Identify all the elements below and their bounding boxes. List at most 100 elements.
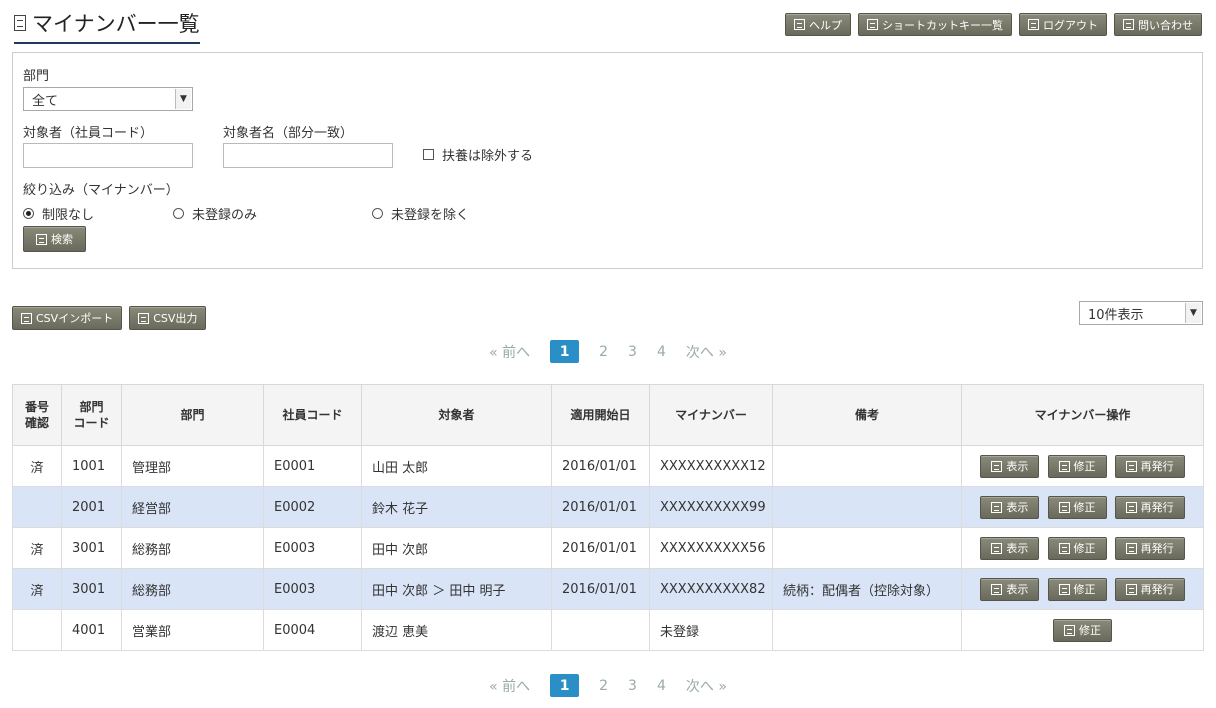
view-button[interactable]: 表示 [980, 495, 1040, 519]
radio-selected-icon[interactable] [23, 208, 34, 219]
radio-icon[interactable] [173, 208, 184, 219]
exclude-dependents-label: 扶養は除外する [442, 149, 534, 164]
edit-button[interactable]: 修正 [1053, 618, 1112, 642]
reissue-button[interactable]: 再発行 [1114, 536, 1185, 560]
view-button[interactable]: 表示 [980, 536, 1040, 560]
confirm-cell [12, 486, 62, 528]
person-cell: 渡辺 恵美 [361, 609, 552, 651]
col-dept-code: 部門 コード [61, 384, 122, 446]
dept-cell: 経営部 [121, 486, 264, 528]
search-button[interactable]: 検索 [23, 226, 86, 252]
shortcut-list-button[interactable]: ショートカットキー一覧 [858, 13, 1012, 36]
chevron-down-icon: ▼ [175, 89, 191, 109]
page-1-current[interactable]: 1 [550, 340, 580, 363]
edit-button[interactable]: 修正 [1047, 495, 1107, 519]
edit-icon [1058, 583, 1070, 595]
emp-code-cell: E0003 [263, 568, 362, 610]
view-button[interactable]: 表示 [980, 577, 1040, 601]
contact-button[interactable]: 問い合わせ [1114, 13, 1202, 36]
start-date-cell: 2016/01/01 [551, 486, 650, 528]
per-page-value: 10件表示 [1088, 307, 1144, 323]
edit-button[interactable]: 修正 [1047, 577, 1107, 601]
name-input[interactable] [223, 143, 393, 168]
person-cell: 田中 次郎 [361, 527, 552, 569]
confirm-cell: 済 [12, 568, 62, 610]
col-confirm: 番号 確認 [12, 384, 62, 446]
reissue-icon [1125, 501, 1137, 513]
page-4-link[interactable]: 4 [657, 678, 666, 694]
csv-toolbar: CSVインポート CSV出力 [12, 306, 207, 330]
reissue-button[interactable]: 再発行 [1114, 577, 1185, 601]
confirm-cell: 済 [12, 445, 62, 487]
help-button[interactable]: ヘルプ [785, 13, 851, 36]
edit-icon [1064, 624, 1075, 636]
dept-select[interactable]: 全て ▼ [23, 87, 193, 111]
dept-code-cell: 2001 [61, 486, 122, 528]
start-date-cell [551, 609, 650, 651]
chevron-down-icon: ▼ [1185, 303, 1201, 323]
pagination-top: « 前へ 1 2 3 4 次へ » [0, 340, 1216, 363]
view-icon [991, 460, 1003, 472]
keyboard-icon [867, 19, 878, 30]
radio-icon[interactable] [372, 208, 383, 219]
dept-select-value: 全て [32, 93, 59, 109]
person-cell: 田中 次郎 ＞ 田中 明子 [361, 568, 552, 610]
emp-code-cell: E0003 [263, 527, 362, 569]
edit-button[interactable]: 修正 [1047, 454, 1107, 478]
prev-page-link[interactable]: « 前へ [489, 676, 530, 696]
csv-export-button[interactable]: CSV出力 [129, 306, 207, 330]
col-mynumber: マイナンバー [649, 384, 773, 446]
logout-button[interactable]: ログアウト [1019, 13, 1107, 36]
per-page-select[interactable]: 10件表示 ▼ [1079, 301, 1203, 325]
search-panel: 部門 全て ▼ 対象者（社員コード） 対象者名（部分一致） 扶養は除外する 絞り… [12, 52, 1203, 269]
dept-cell: 管理部 [121, 445, 264, 487]
ops-cell: 表示 修正 再発行 [961, 445, 1204, 487]
page-3-link[interactable]: 3 [628, 678, 637, 694]
page-3-link[interactable]: 3 [628, 344, 637, 360]
dept-cell: 営業部 [121, 609, 264, 651]
reissue-button[interactable]: 再発行 [1114, 454, 1185, 478]
emp-code-cell: E0002 [263, 486, 362, 528]
next-page-link[interactable]: 次へ » [686, 676, 727, 696]
emp-code-cell: E0001 [263, 445, 362, 487]
dept-label: 部門 [23, 69, 50, 84]
mynumber-cell: XXXXXXXXXX99 [649, 486, 773, 528]
note-cell: 続柄：配偶者（控除対象） [772, 568, 962, 610]
reissue-button[interactable]: 再発行 [1114, 495, 1185, 519]
document-icon [14, 15, 26, 31]
page-title-text: マイナンバー一覧 [32, 12, 200, 36]
ops-cell: 表示 修正 再発行 [961, 527, 1204, 569]
import-icon [21, 312, 32, 324]
next-page-link[interactable]: 次へ » [686, 342, 727, 362]
reissue-icon [1125, 542, 1137, 554]
view-button[interactable]: 表示 [980, 454, 1040, 478]
page-4-link[interactable]: 4 [657, 344, 666, 360]
exclude-dependents-checkbox[interactable]: 扶養は除外する [423, 145, 533, 164]
col-person: 対象者 [361, 384, 552, 446]
radio-unregistered-only[interactable]: 未登録のみ [173, 204, 257, 223]
person-cell: 山田 太郎 [361, 445, 552, 487]
page-1-current[interactable]: 1 [550, 674, 580, 697]
ops-cell: 修正 [961, 609, 1204, 651]
page-2-link[interactable]: 2 [599, 678, 608, 694]
col-ops: マイナンバー操作 [961, 384, 1204, 446]
emp-code-input[interactable] [23, 143, 193, 168]
dept-code-cell: 1001 [61, 445, 122, 487]
edit-button[interactable]: 修正 [1047, 536, 1107, 560]
col-dept: 部門 [121, 384, 264, 446]
checkbox-box[interactable] [423, 149, 434, 160]
mynumber-cell: XXXXXXXXXX12 [649, 445, 773, 487]
page-2-link[interactable]: 2 [599, 344, 608, 360]
table-row: 2001 経営部 E0002 鈴木 花子 2016/01/01 XXXXXXXX… [12, 486, 1204, 528]
table-row: 済 3001 総務部 E0003 田中 次郎 2016/01/01 XXXXXX… [12, 527, 1204, 569]
view-icon [991, 583, 1003, 595]
prev-page-link[interactable]: « 前へ [489, 342, 530, 362]
start-date-cell: 2016/01/01 [551, 527, 650, 569]
radio-exclude-unregistered[interactable]: 未登録を除く [372, 204, 469, 223]
person-cell: 鈴木 花子 [361, 486, 552, 528]
csv-import-button[interactable]: CSVインポート [12, 306, 123, 330]
view-icon [991, 542, 1003, 554]
mynumber-cell: XXXXXXXXXX56 [649, 527, 773, 569]
emp-code-cell: E0004 [263, 609, 362, 651]
radio-no-limit[interactable]: 制限なし [23, 204, 94, 223]
